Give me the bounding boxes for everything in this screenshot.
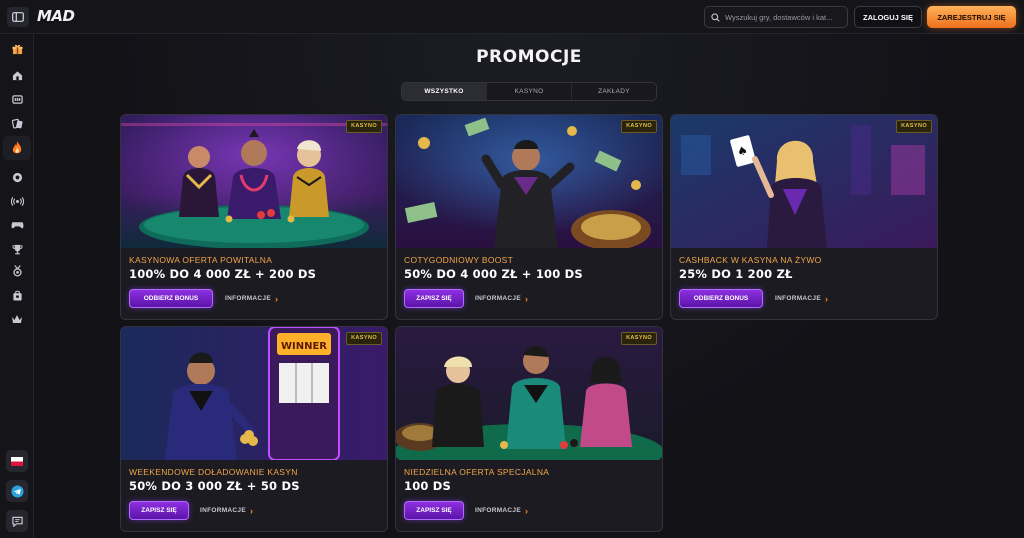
category-badge: KASYNO bbox=[621, 120, 657, 133]
login-button[interactable]: ZALOGUJ SIĘ bbox=[854, 6, 922, 28]
promo-name: NIEDZIELNA OFERTA SPECJALNA bbox=[404, 467, 550, 477]
promo-image bbox=[121, 115, 387, 248]
chevron-right-icon: › bbox=[274, 293, 279, 304]
sidebar-toggle-button[interactable] bbox=[7, 7, 29, 27]
info-link-label: INFORMACJE bbox=[475, 295, 521, 302]
promo-card[interactable]: ♠ KASYNO CASHBACK W KASYNA NA ŻYWO 25% D… bbox=[670, 114, 938, 320]
sidebar-item-hot[interactable] bbox=[3, 136, 31, 160]
football-icon bbox=[12, 172, 22, 182]
site-logo[interactable]: MAD bbox=[37, 8, 75, 24]
sidebar-item-esports[interactable] bbox=[6, 216, 28, 234]
promo-name: CASHBACK W KASYNA NA ŻYWO bbox=[679, 255, 822, 265]
sidebar-item-sports[interactable] bbox=[6, 168, 28, 186]
sidebar-item-vip[interactable] bbox=[6, 310, 28, 328]
page-title: PROMOCJE bbox=[476, 47, 582, 67]
promo-offer: 50% DO 3 000 ZŁ + 50 DS bbox=[129, 479, 300, 493]
info-link[interactable]: INFORMACJE › bbox=[475, 501, 528, 520]
crown-icon bbox=[12, 315, 22, 323]
chat-button[interactable] bbox=[6, 510, 28, 532]
sidebar-item-casino[interactable] bbox=[6, 90, 28, 108]
promo-offer: 25% DO 1 200 ZŁ bbox=[679, 267, 793, 281]
sidebar-toggle-icon bbox=[12, 12, 24, 22]
claim-bonus-button[interactable]: ODBIERZ BONUS bbox=[129, 289, 213, 308]
search-input[interactable] bbox=[725, 12, 845, 22]
info-link-label: INFORMACJE bbox=[225, 295, 271, 302]
tab-all[interactable]: WSZYSTKO bbox=[402, 83, 487, 100]
sign-up-button[interactable]: ZAPISZ SIĘ bbox=[129, 501, 189, 520]
tab-casino[interactable]: KASYNO bbox=[487, 83, 572, 100]
bag-icon bbox=[12, 290, 22, 301]
sidebar-item-shop[interactable] bbox=[6, 286, 28, 304]
category-badge: KASYNO bbox=[896, 120, 932, 133]
sidebar-item-tournaments[interactable] bbox=[6, 240, 28, 258]
sidebar-item-live-sports[interactable] bbox=[6, 192, 28, 210]
promo-card[interactable]: KASYNO KASYNOWA OFERTA POWITALNA 100% DO… bbox=[120, 114, 388, 320]
tab-betting[interactable]: ZAKŁADY bbox=[572, 83, 656, 100]
promo-offer: 50% DO 4 000 ZŁ + 100 DS bbox=[404, 267, 583, 281]
category-badge: KASYNO bbox=[621, 332, 657, 345]
promo-card[interactable]: WINNER KASYNO WEEKENDOWE DOŁADOWANIE KAS… bbox=[120, 326, 388, 532]
category-badge: KASYNO bbox=[346, 332, 382, 345]
chevron-right-icon: › bbox=[524, 293, 529, 304]
esports-icon bbox=[11, 222, 23, 229]
sidebar-item-live-casino[interactable] bbox=[6, 114, 28, 132]
promo-offer: 100% DO 4 000 ZŁ + 200 DS bbox=[129, 267, 317, 281]
search-icon bbox=[711, 12, 720, 22]
chevron-right-icon: › bbox=[524, 505, 529, 516]
info-link[interactable]: INFORMACJE › bbox=[475, 289, 528, 308]
top-bar: MAD ZALOGUJ SIĘ ZAREJESTRUJ SIĘ bbox=[0, 0, 1024, 34]
live-sports-icon bbox=[10, 196, 24, 206]
promo-card[interactable]: KASYNO NIEDZIELNA OFERTA SPECJALNA 100 D… bbox=[395, 326, 663, 532]
live-casino-icon bbox=[11, 118, 23, 129]
language-button[interactable] bbox=[6, 450, 28, 472]
home-icon bbox=[12, 70, 22, 80]
claim-bonus-button[interactable]: ODBIERZ BONUS bbox=[679, 289, 763, 308]
sidebar-item-rewards[interactable] bbox=[6, 262, 28, 280]
info-link-label: INFORMACJE bbox=[475, 507, 521, 514]
telegram-button[interactable] bbox=[6, 480, 28, 502]
info-link[interactable]: INFORMACJE › bbox=[225, 289, 278, 308]
promo-tabs: WSZYSTKO KASYNO ZAKŁADY bbox=[401, 82, 657, 101]
promo-image: ♠ bbox=[671, 115, 937, 248]
promo-image bbox=[396, 327, 662, 460]
flag-pl-icon bbox=[11, 456, 23, 466]
promo-name: WEEKENDOWE DOŁADOWANIE KASYN bbox=[129, 467, 298, 477]
promo-image bbox=[396, 115, 662, 248]
promo-image: WINNER bbox=[121, 327, 387, 460]
sidebar-item-home[interactable] bbox=[6, 66, 28, 84]
casino-icon bbox=[11, 94, 23, 104]
sign-up-button[interactable]: ZAPISZ SIĘ bbox=[404, 289, 464, 308]
info-link[interactable]: INFORMACJE › bbox=[775, 289, 828, 308]
promo-name: COTYGODNIOWY BOOST bbox=[404, 255, 514, 265]
sidebar bbox=[0, 34, 34, 538]
medal-icon bbox=[12, 265, 22, 277]
chevron-right-icon: › bbox=[249, 505, 254, 516]
info-link-label: INFORMACJE bbox=[200, 507, 246, 514]
promo-offer: 100 DS bbox=[404, 479, 452, 493]
trophy-icon bbox=[11, 244, 23, 254]
info-link[interactable]: INFORMACJE › bbox=[200, 501, 253, 520]
category-badge: KASYNO bbox=[346, 120, 382, 133]
search-box[interactable] bbox=[704, 6, 848, 28]
chevron-right-icon: › bbox=[824, 293, 829, 304]
info-link-label: INFORMACJE bbox=[775, 295, 821, 302]
promo-card[interactable]: KASYNO COTYGODNIOWY BOOST 50% DO 4 000 Z… bbox=[395, 114, 663, 320]
register-button[interactable]: ZAREJESTRUJ SIĘ bbox=[927, 6, 1016, 28]
chat-icon bbox=[11, 516, 23, 527]
sign-up-button[interactable]: ZAPISZ SIĘ bbox=[404, 501, 464, 520]
promo-name: KASYNOWA OFERTA POWITALNA bbox=[129, 255, 273, 265]
winner-sign: WINNER bbox=[281, 341, 327, 352]
telegram-icon bbox=[10, 484, 24, 498]
hot-icon bbox=[12, 141, 22, 154]
